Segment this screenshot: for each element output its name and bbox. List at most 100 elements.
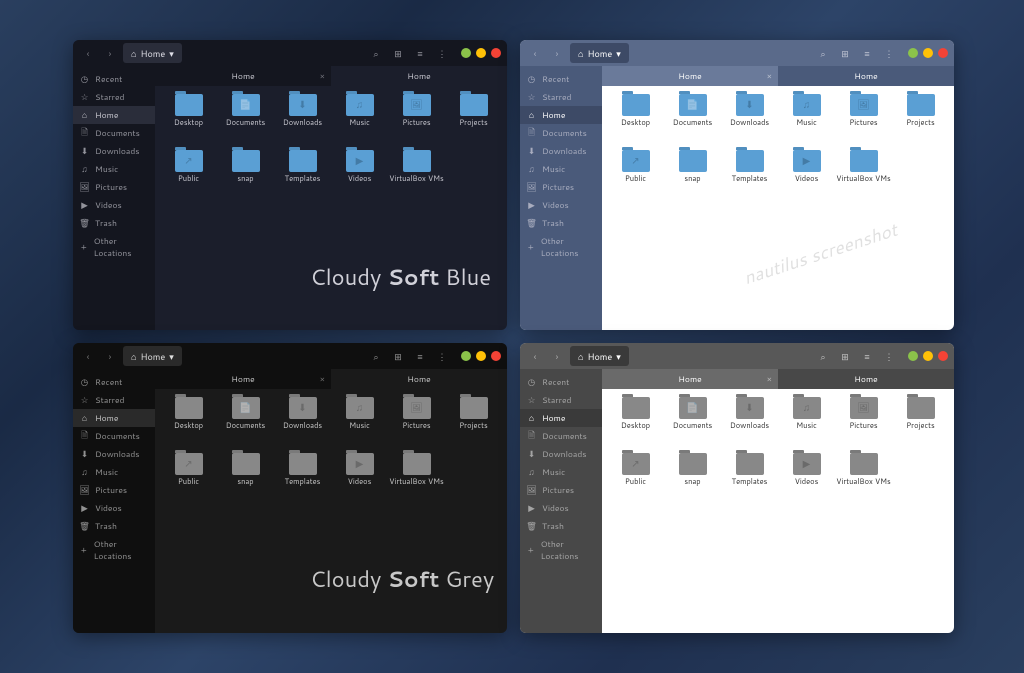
folder-videos[interactable]: ▶ Videos — [332, 453, 387, 507]
sidebar-item-videos[interactable]: ▶ Videos — [73, 499, 155, 517]
sidebar-item-starred[interactable]: ☆ Starred — [73, 88, 155, 106]
close-icon[interactable]: × — [320, 70, 325, 82]
folder-music[interactable]: ♫ Music — [779, 397, 834, 451]
close-button[interactable] — [938, 48, 948, 58]
folder-public[interactable]: ↗ Public — [161, 150, 216, 204]
folder-public[interactable]: ↗ Public — [161, 453, 216, 507]
folder-templates[interactable]: Templates — [275, 453, 330, 507]
view-grid-button[interactable]: ⊞ — [389, 44, 407, 62]
tab-1[interactable]: Home — [331, 66, 507, 86]
search-button[interactable]: ⌕ — [814, 347, 832, 365]
sidebar-item-trash[interactable]: 🗑 Trash — [520, 214, 602, 232]
sidebar-item-trash[interactable]: 🗑 Trash — [520, 517, 602, 535]
sidebar-item-trash[interactable]: 🗑 Trash — [73, 517, 155, 535]
maximize-button[interactable] — [923, 351, 933, 361]
view-grid-button[interactable]: ⊞ — [389, 347, 407, 365]
hamburger-menu-button[interactable]: ⋮ — [880, 347, 898, 365]
close-icon[interactable]: × — [767, 70, 772, 82]
view-list-button[interactable]: ≡ — [411, 347, 429, 365]
sidebar-item-trash[interactable]: 🗑 Trash — [73, 214, 155, 232]
folder-documents[interactable]: 📄 Documents — [665, 94, 720, 148]
tab-1[interactable]: Home — [331, 369, 507, 389]
sidebar-item-recent[interactable]: ◷ Recent — [73, 70, 155, 88]
tab-0[interactable]: Home × — [155, 369, 331, 389]
close-button[interactable] — [491, 351, 501, 361]
minimize-button[interactable] — [908, 48, 918, 58]
sidebar-item-documents[interactable]: 🗎 Documents — [520, 124, 602, 142]
sidebar-item-videos[interactable]: ▶ Videos — [520, 499, 602, 517]
folder-projects[interactable]: Projects — [446, 94, 501, 148]
folder-downloads[interactable]: ⬇ Downloads — [275, 94, 330, 148]
folder-music[interactable]: ♫ Music — [332, 94, 387, 148]
sidebar-item-pictures[interactable]: 🖼 Pictures — [73, 178, 155, 196]
minimize-button[interactable] — [908, 351, 918, 361]
close-button[interactable] — [491, 48, 501, 58]
path-button[interactable]: ⌂ Home ▾ — [123, 346, 182, 366]
folder-templates[interactable]: Templates — [722, 150, 777, 204]
folder-pictures[interactable]: 🖼 Pictures — [389, 397, 444, 451]
folder-projects[interactable]: Projects — [446, 397, 501, 451]
tab-0[interactable]: Home × — [602, 66, 778, 86]
sidebar-item-videos[interactable]: ▶ Videos — [73, 196, 155, 214]
folder-music[interactable]: ♫ Music — [779, 94, 834, 148]
sidebar-item-downloads[interactable]: ⬇ Downloads — [520, 142, 602, 160]
folder-virtualbox-vms[interactable]: VirtualBox VMs — [836, 453, 891, 507]
path-button[interactable]: ⌂ Home ▾ — [570, 43, 629, 63]
sidebar-item-recent[interactable]: ◷ Recent — [520, 373, 602, 391]
maximize-button[interactable] — [923, 48, 933, 58]
maximize-button[interactable] — [476, 351, 486, 361]
sidebar-item-other-locations[interactable]: + Other Locations — [73, 232, 155, 262]
folder-downloads[interactable]: ⬇ Downloads — [722, 94, 777, 148]
sidebar-item-pictures[interactable]: 🖼 Pictures — [73, 481, 155, 499]
view-list-button[interactable]: ≡ — [858, 347, 876, 365]
sidebar-item-music[interactable]: ♫ Music — [73, 463, 155, 481]
folder-music[interactable]: ♫ Music — [332, 397, 387, 451]
sidebar-item-music[interactable]: ♫ Music — [520, 463, 602, 481]
path-button[interactable]: ⌂ Home ▾ — [123, 43, 182, 63]
folder-videos[interactable]: ▶ Videos — [332, 150, 387, 204]
view-list-button[interactable]: ≡ — [858, 44, 876, 62]
back-button[interactable]: ‹ — [526, 347, 544, 365]
minimize-button[interactable] — [461, 351, 471, 361]
sidebar-item-videos[interactable]: ▶ Videos — [520, 196, 602, 214]
path-button[interactable]: ⌂ Home ▾ — [570, 346, 629, 366]
sidebar-item-pictures[interactable]: 🖼 Pictures — [520, 481, 602, 499]
folder-snap[interactable]: snap — [665, 453, 720, 507]
folder-videos[interactable]: ▶ Videos — [779, 453, 834, 507]
sidebar-item-documents[interactable]: 🗎 Documents — [73, 124, 155, 142]
sidebar-item-home[interactable]: ⌂ Home — [73, 409, 155, 427]
tab-0[interactable]: Home × — [155, 66, 331, 86]
hamburger-menu-button[interactable]: ⋮ — [433, 44, 451, 62]
minimize-button[interactable] — [461, 48, 471, 58]
sidebar-item-downloads[interactable]: ⬇ Downloads — [73, 445, 155, 463]
sidebar-item-other-locations[interactable]: + Other Locations — [73, 535, 155, 565]
close-icon[interactable]: × — [320, 373, 325, 385]
forward-button[interactable]: › — [101, 347, 119, 365]
hamburger-menu-button[interactable]: ⋮ — [433, 347, 451, 365]
forward-button[interactable]: › — [548, 44, 566, 62]
folder-projects[interactable]: Projects — [893, 397, 948, 451]
folder-virtualbox-vms[interactable]: VirtualBox VMs — [836, 150, 891, 204]
sidebar-item-starred[interactable]: ☆ Starred — [520, 88, 602, 106]
folder-downloads[interactable]: ⬇ Downloads — [275, 397, 330, 451]
sidebar-item-other-locations[interactable]: + Other Locations — [520, 232, 602, 262]
tab-1[interactable]: Home — [778, 369, 954, 389]
folder-public[interactable]: ↗ Public — [608, 453, 663, 507]
close-button[interactable] — [938, 351, 948, 361]
sidebar-item-recent[interactable]: ◷ Recent — [73, 373, 155, 391]
folder-pictures[interactable]: 🖼 Pictures — [836, 94, 891, 148]
folder-videos[interactable]: ▶ Videos — [779, 150, 834, 204]
tab-0[interactable]: Home × — [602, 369, 778, 389]
sidebar-item-home[interactable]: ⌂ Home — [520, 409, 602, 427]
folder-desktop[interactable]: Desktop — [161, 397, 216, 451]
folder-documents[interactable]: 📄 Documents — [665, 397, 720, 451]
sidebar-item-documents[interactable]: 🗎 Documents — [520, 427, 602, 445]
sidebar-item-starred[interactable]: ☆ Starred — [73, 391, 155, 409]
folder-public[interactable]: ↗ Public — [608, 150, 663, 204]
sidebar-item-home[interactable]: ⌂ Home — [520, 106, 602, 124]
sidebar-item-pictures[interactable]: 🖼 Pictures — [520, 178, 602, 196]
folder-documents[interactable]: 📄 Documents — [218, 94, 273, 148]
back-button[interactable]: ‹ — [79, 347, 97, 365]
folder-documents[interactable]: 📄 Documents — [218, 397, 273, 451]
sidebar-item-other-locations[interactable]: + Other Locations — [520, 535, 602, 565]
